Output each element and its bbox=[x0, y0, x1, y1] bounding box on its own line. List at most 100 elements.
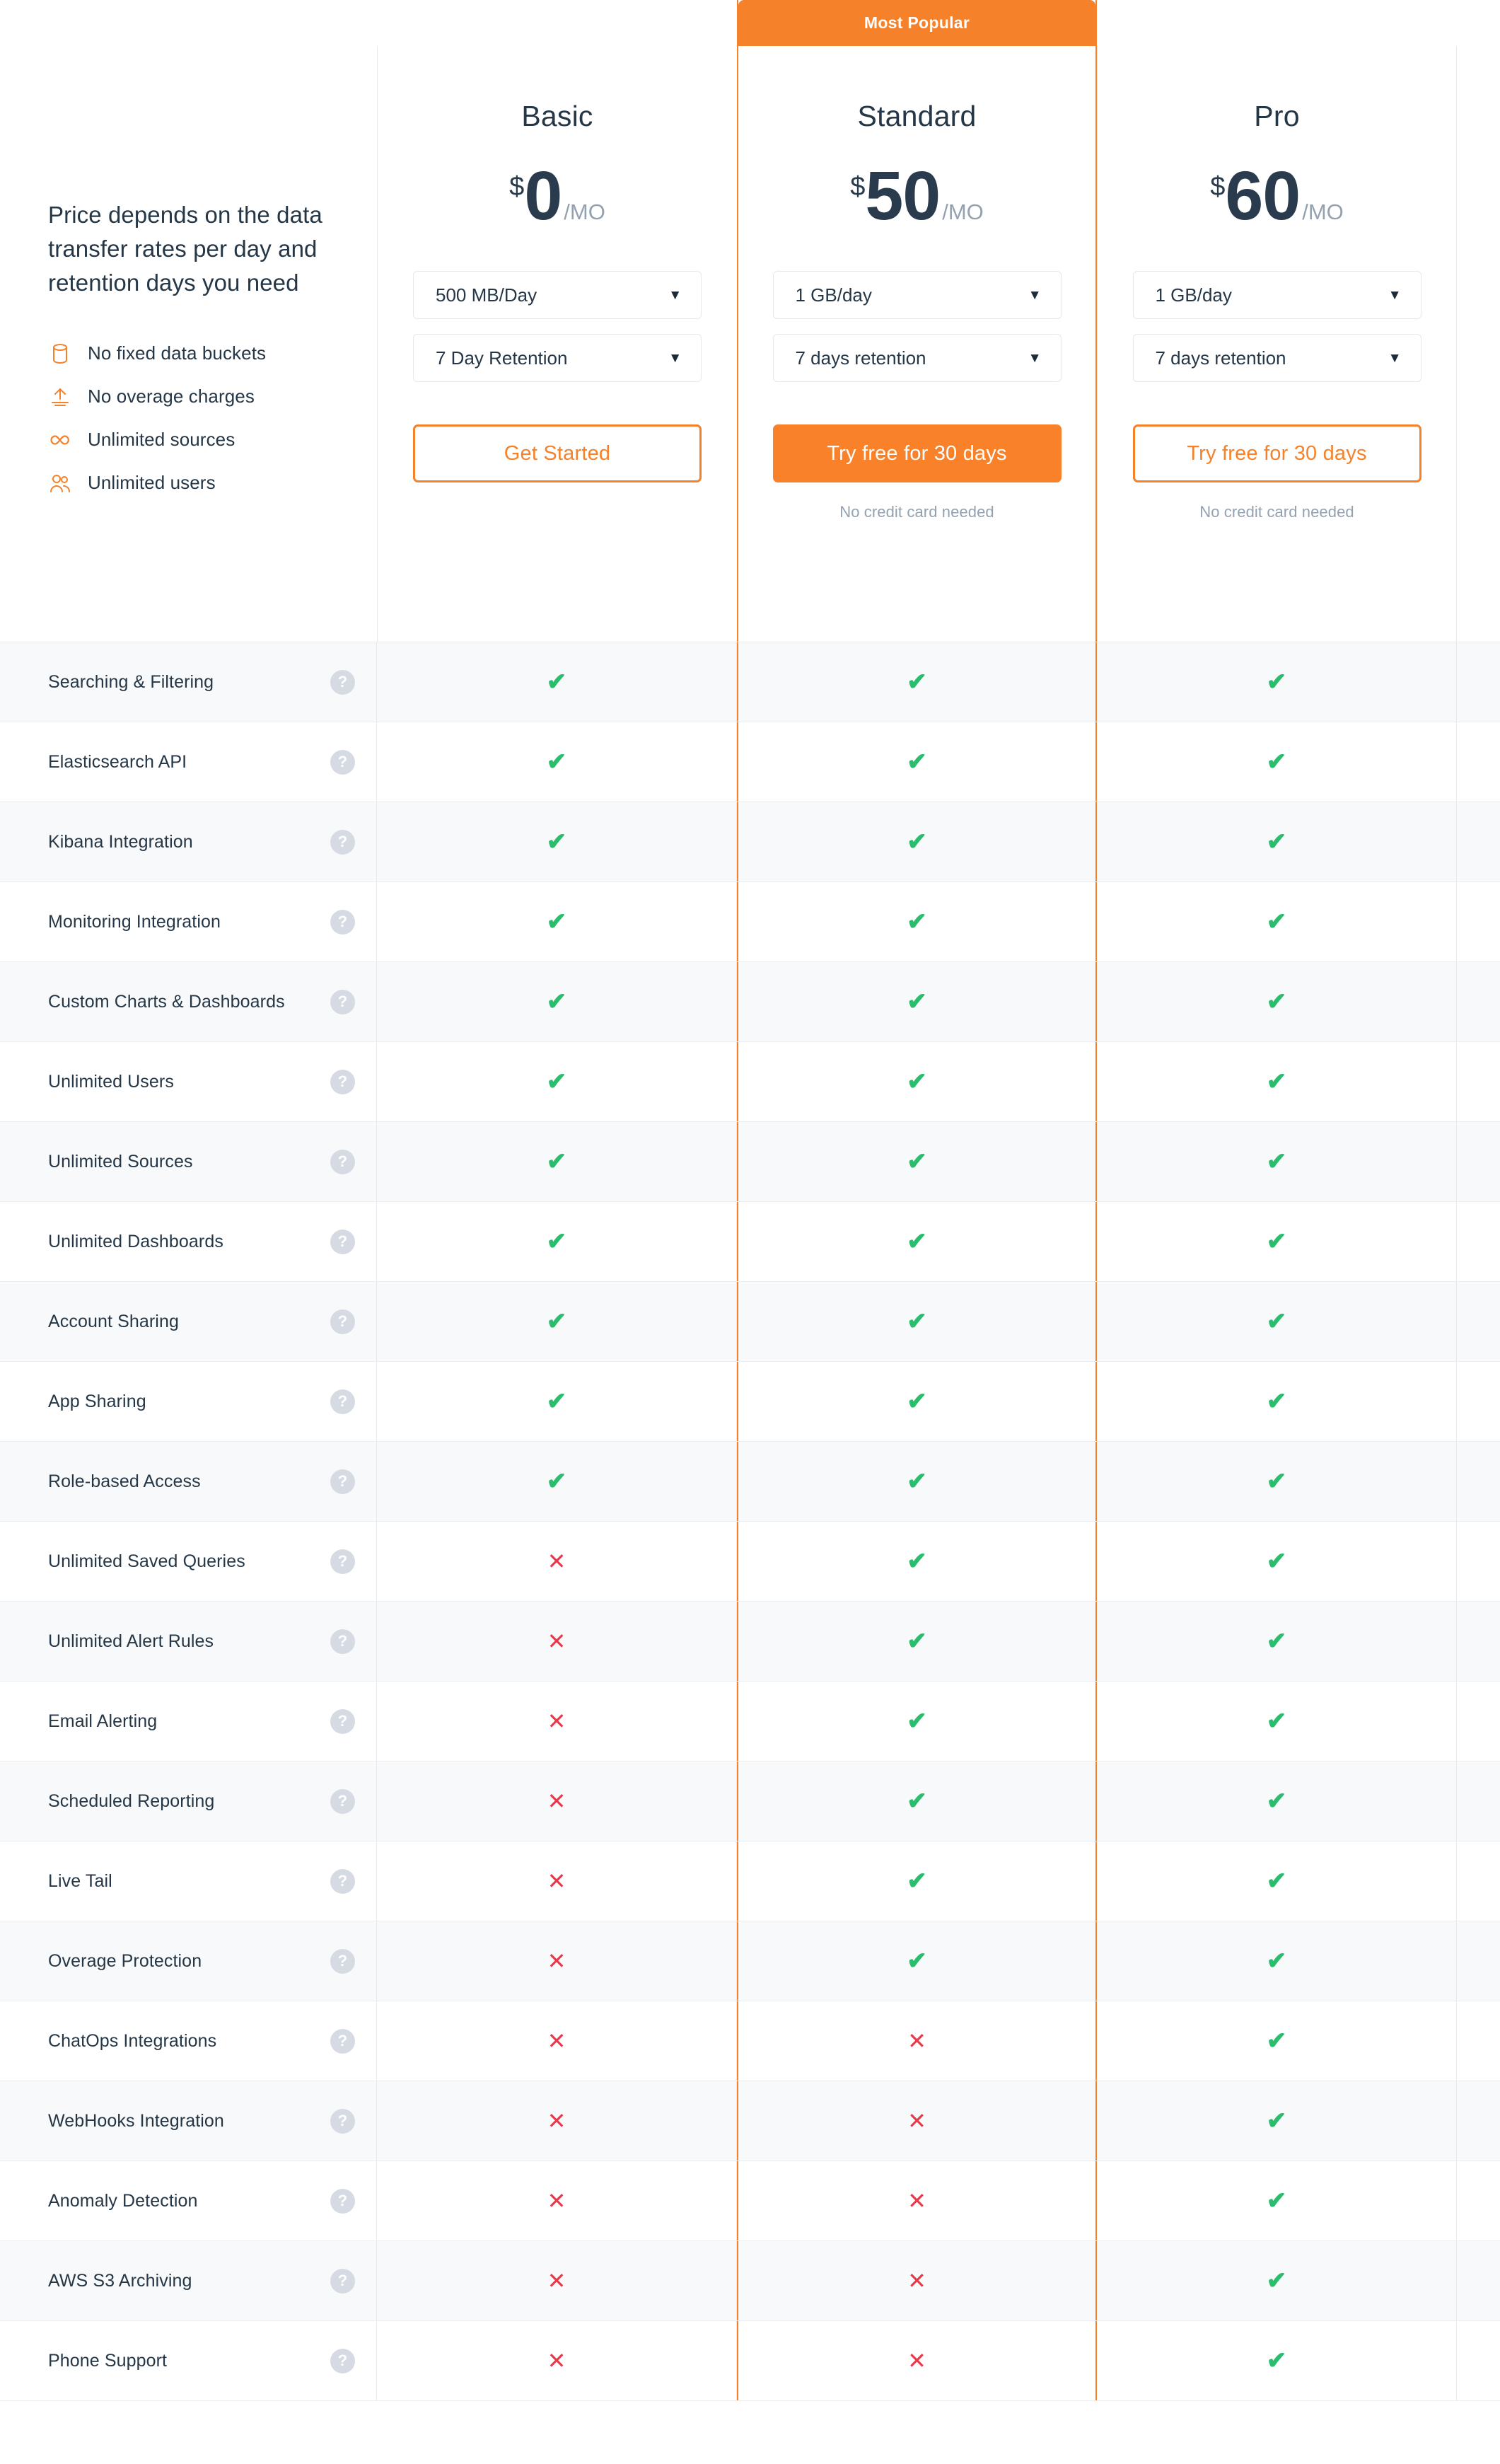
help-icon[interactable]: ? bbox=[330, 2188, 355, 2214]
value-cell-pro: ✔ bbox=[1097, 1282, 1457, 1361]
check-icon: ✔ bbox=[907, 1548, 927, 1575]
retention-select[interactable]: 7 days retention ▼ bbox=[772, 334, 1062, 383]
check-icon: ✔ bbox=[546, 1308, 567, 1335]
get-started-button[interactable]: Get Started bbox=[413, 424, 702, 483]
check-icon: ✔ bbox=[1266, 828, 1287, 855]
help-icon[interactable]: ? bbox=[330, 1868, 355, 1894]
infinity-icon bbox=[48, 428, 72, 452]
table-row: Unlimited Dashboards? ✔ ✔ ✔ bbox=[0, 1202, 1500, 1282]
help-icon[interactable]: ? bbox=[330, 909, 355, 935]
feature-cell: Kibana Integration? bbox=[0, 802, 377, 881]
table-row: Elasticsearch API? ✔ ✔ ✔ bbox=[0, 722, 1500, 802]
try-free-button[interactable]: Try free for 30 days bbox=[772, 424, 1062, 483]
value-cell-standard: ✔ bbox=[737, 1602, 1097, 1681]
table-row: Monitoring Integration? ✔ ✔ ✔ bbox=[0, 882, 1500, 962]
help-icon[interactable]: ? bbox=[330, 989, 355, 1014]
cta-note: No credit card needed bbox=[1199, 503, 1354, 521]
value-cell-standard: ✔ bbox=[737, 722, 1097, 802]
help-icon[interactable]: ? bbox=[330, 829, 355, 855]
chevron-down-icon: ▼ bbox=[1028, 350, 1042, 366]
plan-name: Standard bbox=[857, 100, 977, 132]
feature-label: Live Tail bbox=[48, 1870, 112, 1891]
retention-select[interactable]: 7 Day Retention ▼ bbox=[413, 334, 702, 383]
check-icon: ✔ bbox=[546, 669, 567, 695]
currency-symbol: $ bbox=[509, 172, 525, 202]
help-icon[interactable]: ? bbox=[330, 1229, 355, 1254]
table-row: Unlimited Sources? ✔ ✔ ✔ bbox=[0, 1122, 1500, 1202]
value-cell-standard: ✔ bbox=[737, 1362, 1097, 1441]
value-cell-basic: ✔ bbox=[377, 722, 737, 802]
table-row: Custom Charts & Dashboards? ✔ ✔ ✔ bbox=[0, 962, 1500, 1042]
chevron-down-icon: ▼ bbox=[668, 350, 682, 366]
feature-cell: Unlimited Dashboards? bbox=[0, 1202, 377, 1281]
check-icon: ✔ bbox=[1266, 1468, 1287, 1495]
value-cell-pro: ✔ bbox=[1097, 642, 1457, 722]
value-cell-basic: ✕ bbox=[377, 2001, 737, 2081]
check-icon: ✔ bbox=[1266, 1388, 1287, 1415]
check-icon: ✔ bbox=[546, 1468, 567, 1495]
help-icon[interactable]: ? bbox=[330, 1948, 355, 1974]
help-icon[interactable]: ? bbox=[330, 1788, 355, 1814]
try-free-button[interactable]: Try free for 30 days bbox=[1132, 424, 1421, 483]
retention-select[interactable]: 7 days retention ▼ bbox=[1132, 334, 1421, 383]
check-icon: ✔ bbox=[546, 748, 567, 775]
help-icon[interactable]: ? bbox=[330, 1708, 355, 1734]
help-icon[interactable]: ? bbox=[330, 2108, 355, 2134]
help-icon[interactable]: ? bbox=[330, 2268, 355, 2294]
table-row: Kibana Integration? ✔ ✔ ✔ bbox=[0, 802, 1500, 882]
help-icon[interactable]: ? bbox=[330, 1389, 355, 1414]
value-cell-pro: ✔ bbox=[1097, 1682, 1457, 1761]
check-icon: ✔ bbox=[1266, 748, 1287, 775]
help-icon[interactable]: ? bbox=[330, 1069, 355, 1094]
table-row: Anomaly Detection? ✕ ✕ ✔ bbox=[0, 2161, 1500, 2241]
value-cell-standard: ✔ bbox=[737, 1921, 1097, 2001]
help-icon[interactable]: ? bbox=[330, 2348, 355, 2373]
help-icon[interactable]: ? bbox=[330, 1629, 355, 1654]
feature-label: Role-based Access bbox=[48, 1471, 201, 1491]
data-rate-select[interactable]: 500 MB/Day ▼ bbox=[413, 271, 702, 320]
help-icon[interactable]: ? bbox=[330, 1309, 355, 1334]
table-row: ChatOps Integrations? ✕ ✕ ✔ bbox=[0, 2001, 1500, 2081]
check-icon: ✔ bbox=[907, 908, 927, 935]
help-icon[interactable]: ? bbox=[330, 1149, 355, 1174]
retention-value: 7 days retention bbox=[795, 347, 926, 369]
help-icon[interactable]: ? bbox=[330, 1469, 355, 1494]
feature-cell: Elasticsearch API? bbox=[0, 722, 377, 802]
perk-label: No overage charges bbox=[88, 386, 255, 407]
value-cell-pro: ✔ bbox=[1097, 1602, 1457, 1681]
value-cell-standard: ✔ bbox=[737, 1122, 1097, 1201]
check-icon: ✔ bbox=[907, 1628, 927, 1655]
data-rate-value: 1 GB/day bbox=[795, 284, 872, 306]
value-cell-pro: ✔ bbox=[1097, 2321, 1457, 2400]
help-icon[interactable]: ? bbox=[330, 1549, 355, 1574]
check-icon: ✔ bbox=[907, 1468, 927, 1495]
feature-cell: Unlimited Alert Rules? bbox=[0, 1602, 377, 1681]
data-rate-select[interactable]: 1 GB/day ▼ bbox=[772, 271, 1062, 320]
check-icon: ✔ bbox=[907, 669, 927, 695]
chevron-down-icon: ▼ bbox=[1028, 287, 1042, 303]
cross-icon: ✕ bbox=[547, 2348, 566, 2373]
value-cell-pro: ✔ bbox=[1097, 1042, 1457, 1121]
help-icon[interactable]: ? bbox=[330, 669, 355, 695]
value-cell-standard: ✔ bbox=[737, 1442, 1097, 1521]
feature-label: Overage Protection bbox=[48, 1950, 202, 1971]
feature-label: AWS S3 Archiving bbox=[48, 2270, 192, 2291]
check-icon: ✔ bbox=[1266, 908, 1287, 935]
price-period: /MO bbox=[564, 199, 605, 225]
data-rate-select[interactable]: 1 GB/day ▼ bbox=[1132, 271, 1421, 320]
value-cell-basic: ✔ bbox=[377, 1442, 737, 1521]
plan-name: Basic bbox=[521, 100, 593, 132]
help-icon[interactable]: ? bbox=[330, 749, 355, 775]
value-cell-standard: ✕ bbox=[737, 2241, 1097, 2320]
feature-label: Unlimited Saved Queries bbox=[48, 1551, 245, 1571]
check-icon: ✔ bbox=[1266, 1228, 1287, 1255]
feature-cell: Scheduled Reporting? bbox=[0, 1762, 377, 1841]
help-icon[interactable]: ? bbox=[330, 2028, 355, 2054]
check-icon: ✔ bbox=[546, 908, 567, 935]
feature-label: Unlimited Alert Rules bbox=[48, 1631, 214, 1651]
feature-comparison-table: Searching & Filtering? ✔ ✔ ✔ Elasticsearch A… bbox=[0, 642, 1500, 2401]
data-rate-value: 500 MB/Day bbox=[436, 284, 537, 306]
check-icon: ✔ bbox=[907, 828, 927, 855]
check-icon: ✔ bbox=[1266, 2107, 1287, 2134]
cross-icon: ✕ bbox=[547, 1629, 566, 1654]
